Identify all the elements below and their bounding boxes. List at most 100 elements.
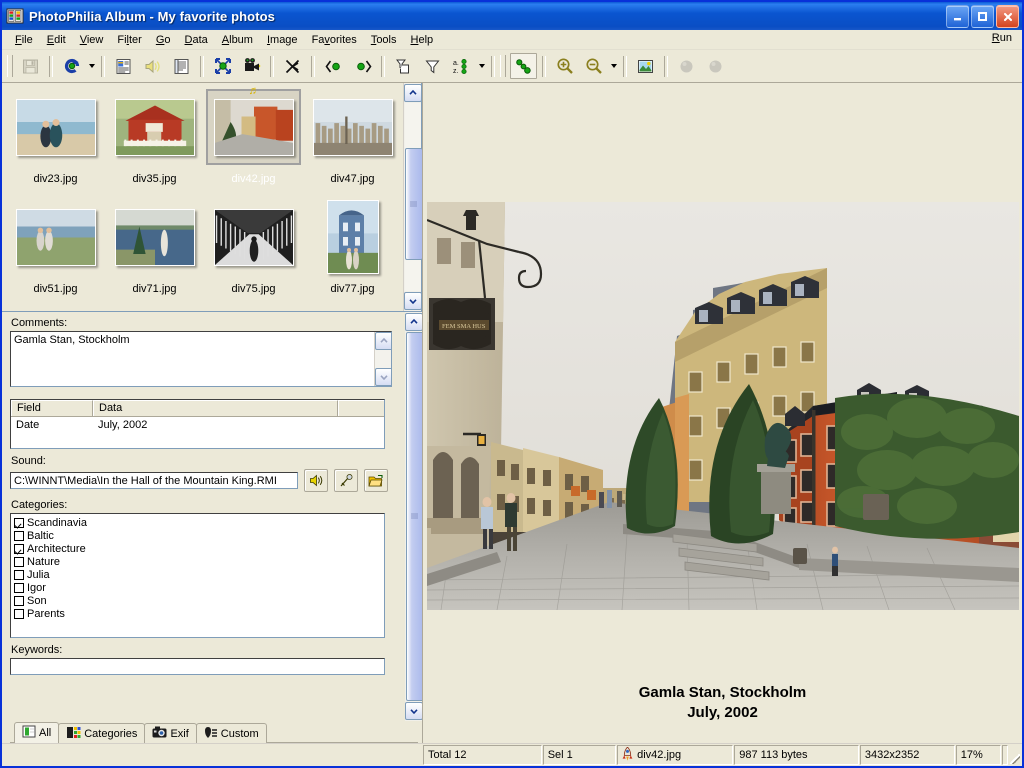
- thumbnail-item[interactable]: div23.jpg: [6, 89, 105, 199]
- category-checkbox[interactable]: [14, 530, 24, 541]
- status-empty-left: [2, 744, 422, 766]
- play-sound-button[interactable]: [304, 469, 328, 492]
- preview-image[interactable]: FEM SMA HUS: [427, 202, 1019, 610]
- comments-scrollbar[interactable]: [374, 332, 391, 386]
- menu-album[interactable]: Album: [215, 32, 260, 48]
- table-row[interactable]: Date July, 2002: [11, 417, 384, 433]
- column-header-data[interactable]: Data: [93, 400, 338, 416]
- thumbnail-item[interactable]: div47.jpg: [303, 89, 402, 199]
- resize-grip[interactable]: [1008, 744, 1022, 766]
- details-scroll-down-button[interactable]: [404, 702, 423, 720]
- save-button[interactable]: [17, 53, 44, 79]
- properties-button[interactable]: [110, 53, 137, 79]
- image-editor-button[interactable]: [632, 53, 659, 79]
- toolbar-grip[interactable]: [7, 55, 13, 77]
- category-row[interactable]: Parents: [14, 607, 384, 620]
- sort-button[interactable]: a. z.: [448, 53, 475, 79]
- keywords-input[interactable]: [10, 658, 385, 675]
- menu-edit[interactable]: Edit: [40, 32, 73, 48]
- filter-button[interactable]: [419, 53, 446, 79]
- details-scroll-track[interactable]: [405, 332, 424, 701]
- details-scroll-thumb[interactable]: [405, 332, 424, 701]
- tab-all[interactable]: All: [14, 722, 60, 743]
- record-sound-button[interactable]: [334, 469, 358, 492]
- categories-list[interactable]: Scandinavia Baltic Architecture Nature J…: [10, 513, 385, 638]
- menu-image[interactable]: Image: [260, 32, 305, 48]
- comments-textarea[interactable]: Gamla Stan, Stockholm: [10, 331, 392, 387]
- toolbar-grip-2[interactable]: [500, 55, 506, 77]
- zoom-dropdown-arrow[interactable]: [608, 54, 619, 78]
- category-row[interactable]: Julia: [14, 568, 384, 581]
- menu-help[interactable]: Help: [404, 32, 441, 48]
- minimize-button[interactable]: [946, 5, 969, 28]
- metadata-grid[interactable]: Field Data Date July, 2002: [10, 399, 385, 449]
- thumbnail-grid[interactable]: div23.jpg div35.jpg ♬ div42.jpg div47.jp…: [2, 83, 403, 311]
- slideshow-button[interactable]: [238, 53, 265, 79]
- menu-file[interactable]: FFileile: [8, 32, 40, 48]
- zoom-out-button[interactable]: [580, 53, 607, 79]
- previous-button[interactable]: [320, 53, 347, 79]
- comments-scroll-up-button[interactable]: [375, 332, 391, 350]
- category-row[interactable]: Nature: [14, 555, 384, 568]
- category-row[interactable]: Son: [14, 594, 384, 607]
- refresh-button[interactable]: [58, 53, 85, 79]
- thumbnail-scrollbar[interactable]: [403, 83, 423, 311]
- category-checkbox[interactable]: [14, 556, 24, 567]
- tab-custom[interactable]: Custom: [195, 723, 267, 743]
- menu-go[interactable]: Go: [149, 32, 178, 48]
- refresh-dropdown-arrow[interactable]: [86, 54, 97, 78]
- category-row[interactable]: Igor: [14, 581, 384, 594]
- maximize-button[interactable]: [971, 5, 994, 28]
- random-button[interactable]: [279, 53, 306, 79]
- thumbnail-image: [213, 98, 294, 156]
- column-header-field[interactable]: Field: [11, 400, 93, 416]
- browse-sound-button[interactable]: [364, 469, 388, 492]
- sound-button[interactable]: [139, 53, 166, 79]
- zoom-in-button[interactable]: [551, 53, 578, 79]
- column-header-extra[interactable]: [338, 400, 384, 416]
- category-checkbox[interactable]: [14, 582, 24, 593]
- category-row[interactable]: Scandinavia: [14, 516, 384, 529]
- category-checkbox[interactable]: [14, 543, 24, 554]
- category-checkbox[interactable]: [14, 517, 24, 528]
- thumbnail-item[interactable]: div35.jpg: [105, 89, 204, 199]
- record-a-button[interactable]: [673, 53, 700, 79]
- thumbnail-item[interactable]: div51.jpg: [6, 199, 105, 309]
- thumbnail-scroll-down-button[interactable]: [403, 292, 422, 310]
- thumbnail-scroll-up-button[interactable]: [403, 84, 422, 102]
- title-bar[interactable]: PhotoPhilia Album - My favorite photos: [2, 2, 1022, 30]
- menu-filter[interactable]: Filter: [110, 32, 148, 48]
- close-button[interactable]: [996, 5, 1019, 28]
- menu-favorites[interactable]: Favorites: [305, 32, 364, 48]
- category-label: Son: [27, 594, 47, 607]
- category-checkbox[interactable]: [14, 608, 24, 619]
- thumbnail-item[interactable]: div71.jpg: [105, 199, 204, 309]
- sound-path-input[interactable]: C:\WINNT\Media\In the Hall of the Mounta…: [10, 472, 298, 489]
- thumbnail-item[interactable]: div77.jpg: [303, 199, 402, 309]
- thumbnail-item[interactable]: ♬ div42.jpg: [204, 85, 303, 199]
- details-button[interactable]: [168, 53, 195, 79]
- thumbnail-scroll-thumb[interactable]: [404, 148, 423, 260]
- tab-categories[interactable]: Categories: [58, 723, 146, 743]
- comments-scroll-down-button[interactable]: [375, 368, 391, 386]
- thumbnail-item[interactable]: div75.jpg: [204, 199, 303, 309]
- category-checkbox[interactable]: [14, 569, 24, 580]
- thumbnail-scroll-track[interactable]: [404, 103, 423, 291]
- fullscreen-button[interactable]: [209, 53, 236, 79]
- menu-run[interactable]: Run: [992, 32, 1012, 44]
- tab-exif[interactable]: Exif: [144, 723, 197, 743]
- sort-dropdown-arrow[interactable]: [476, 54, 487, 78]
- menu-data[interactable]: Data: [178, 32, 215, 48]
- record-b-button[interactable]: [702, 53, 729, 79]
- menu-tools[interactable]: Tools: [364, 32, 404, 48]
- preview-pane[interactable]: FEM SMA HUS Gamla Stan, Stockholm July, …: [422, 83, 1022, 743]
- filter-page-button[interactable]: [390, 53, 417, 79]
- details-scrollbar[interactable]: [404, 312, 424, 721]
- thumbnail-view-button[interactable]: [510, 53, 537, 79]
- category-checkbox[interactable]: [14, 595, 24, 606]
- next-button[interactable]: [349, 53, 376, 79]
- category-row[interactable]: Baltic: [14, 529, 384, 542]
- details-scroll-up-button[interactable]: [404, 313, 423, 331]
- menu-view[interactable]: View: [73, 32, 111, 48]
- category-row[interactable]: Architecture: [14, 542, 384, 555]
